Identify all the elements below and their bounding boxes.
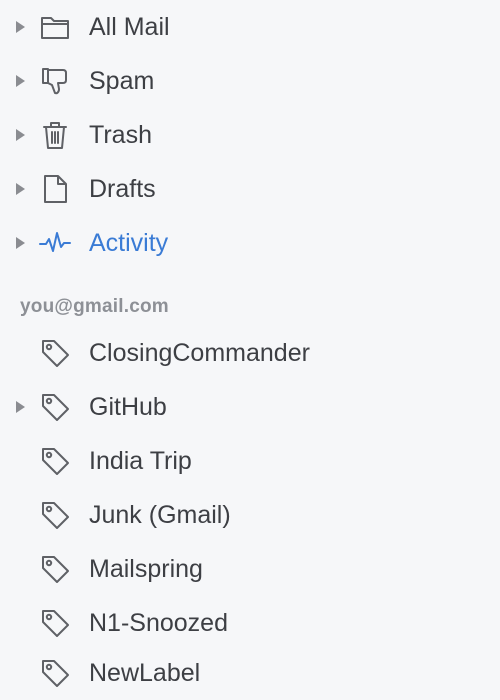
sidebar-item-newlabel[interactable]: NewLabel <box>0 646 500 700</box>
sidebar-item-activity[interactable]: Activity <box>0 216 500 270</box>
sidebar-item-label: Drafts <box>89 175 156 203</box>
sidebar-item-label: NewLabel <box>89 659 201 687</box>
sidebar-item-spam[interactable]: Spam <box>0 54 500 108</box>
sidebar-item-label: ClosingCommander <box>89 339 310 367</box>
tag-icon <box>38 444 72 478</box>
tag-icon <box>38 390 72 424</box>
sidebar-item-trash[interactable]: Trash <box>0 108 500 162</box>
tag-icon <box>38 552 72 586</box>
expand-caret-icon[interactable] <box>12 181 28 197</box>
sidebar-item-junk-gmail[interactable]: Junk (Gmail) <box>0 488 500 542</box>
sidebar-item-github[interactable]: GitHub <box>0 380 500 434</box>
account-section-header: you@gmail.com <box>20 296 169 317</box>
tag-icon <box>38 498 72 532</box>
sidebar-item-label: Junk (Gmail) <box>89 501 231 529</box>
expand-caret-icon[interactable] <box>12 73 28 89</box>
folder-icon <box>38 10 72 44</box>
sidebar-item-label: All Mail <box>89 13 170 41</box>
sidebar-item-label: Trash <box>89 121 152 149</box>
sidebar-item-label: Spam <box>89 67 155 95</box>
tag-icon <box>38 606 72 640</box>
sidebar-item-india-trip[interactable]: India Trip <box>0 434 500 488</box>
thumbs-down-icon <box>38 64 72 98</box>
sidebar-item-all-mail[interactable]: All Mail <box>0 0 500 54</box>
sidebar-item-label: India Trip <box>89 447 192 475</box>
mail-sidebar: All Mail Spam Trash Drafts Activity you@… <box>0 0 500 700</box>
sidebar-item-label: N1-Snoozed <box>89 609 228 637</box>
expand-caret-icon[interactable] <box>12 19 28 35</box>
sidebar-item-mailspring[interactable]: Mailspring <box>0 542 500 596</box>
sidebar-item-label: Activity <box>89 229 169 257</box>
sidebar-item-n1-snoozed[interactable]: N1-Snoozed <box>0 596 500 650</box>
sidebar-item-drafts[interactable]: Drafts <box>0 162 500 216</box>
trash-icon <box>38 118 72 152</box>
document-icon <box>38 172 72 206</box>
activity-icon <box>38 226 72 260</box>
sidebar-item-closingcommander[interactable]: ClosingCommander <box>0 326 500 380</box>
sidebar-item-label: Mailspring <box>89 555 203 583</box>
tag-icon <box>38 336 72 370</box>
expand-caret-icon[interactable] <box>12 127 28 143</box>
tag-icon <box>38 656 72 690</box>
expand-caret-icon[interactable] <box>12 399 28 415</box>
expand-caret-icon[interactable] <box>12 235 28 251</box>
sidebar-item-label: GitHub <box>89 393 167 421</box>
